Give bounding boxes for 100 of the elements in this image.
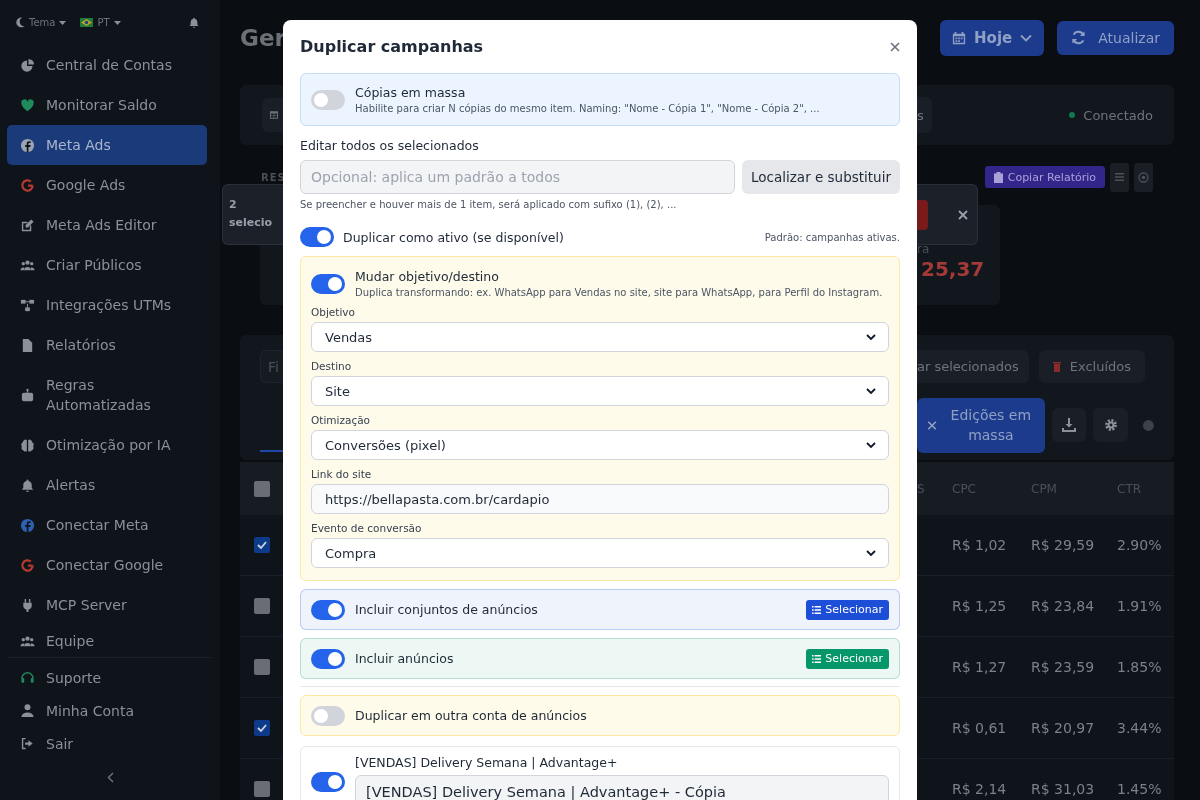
- select-button[interactable]: Selecionar: [806, 648, 889, 669]
- select-all-checkbox[interactable]: [253, 480, 270, 497]
- table-cell-text: R$ 23,84: [1031, 598, 1096, 614]
- facebook-icon: [20, 137, 35, 153]
- view-button[interactable]: s: [917, 97, 932, 133]
- notification-bell-icon[interactable]: [188, 16, 200, 29]
- select-button[interactable]: Selecionar: [806, 599, 889, 620]
- sidebar-item[interactable]: Conectar Meta: [7, 505, 207, 545]
- toggle-switch[interactable]: [311, 599, 345, 620]
- sidebar-item[interactable]: Suporte: [7, 661, 207, 694]
- sidebar-item[interactable]: Integrações UTMs: [7, 285, 207, 325]
- sidebar-item[interactable]: Criar Públicos: [7, 245, 207, 285]
- sidebar-item[interactable]: Relatórios: [7, 325, 207, 365]
- field-label: Editar todos os selecionados: [300, 138, 480, 153]
- copy-name-field[interactable]: [VENDAS] Delivery Semana | Advantage+ - Cópia: [355, 775, 889, 800]
- sidebar-item[interactable]: Alertas: [7, 465, 207, 505]
- toggle-switch[interactable]: [300, 227, 334, 247]
- calendar-icon: [952, 30, 967, 45]
- option-label: Mudar objetivo/destino: [355, 269, 500, 284]
- sidebar-item[interactable]: Monitorar Saldo: [7, 85, 207, 125]
- heart-icon: [20, 97, 35, 113]
- clipboard-icon: [993, 171, 1003, 183]
- flag-icon: [80, 18, 94, 27]
- close-icon[interactable]: [890, 41, 900, 52]
- option-note: Padrão: campanhas ativas.: [764, 231, 900, 243]
- checkmark-icon: [256, 724, 267, 732]
- option-label: Incluir conjuntos de anúncios: [355, 602, 538, 617]
- sidebar-item[interactable]: Minha Conta: [7, 694, 207, 727]
- table-cell-text: 2.90%: [1117, 537, 1163, 553]
- collapse-chevron-icon[interactable]: [106, 771, 114, 783]
- option-label: Duplicar como ativo (se disponível): [343, 229, 564, 245]
- sidebar-item[interactable]: Conectar Google: [7, 545, 207, 585]
- sidebar-item[interactable]: Otimização por IA: [7, 425, 207, 465]
- row-checkbox[interactable]: [253, 720, 270, 736]
- toggle-switch[interactable]: [311, 772, 345, 792]
- url-field[interactable]: https://bellapasta.com.br/cardapio: [311, 484, 889, 514]
- toggle-switch[interactable]: [311, 273, 345, 294]
- copy-report-button[interactable]: Copiar Relatório: [984, 166, 1105, 188]
- table-icon: [270, 109, 278, 121]
- metric-value: 25,37: [921, 256, 985, 282]
- sidebar-item[interactable]: Equipe: [7, 625, 207, 657]
- dropdown-select[interactable]: Conversões (pixel): [311, 430, 889, 460]
- field-hint: Se preencher e houver mais de 1 item, será aplicado com sufixo (1), (2), ...: [300, 199, 678, 210]
- row-checkbox[interactable]: [253, 537, 270, 553]
- caret-icon: [59, 20, 67, 25]
- g-icon: [20, 557, 35, 573]
- selected-action-button[interactable]: ar selecionados: [917, 350, 1029, 383]
- toggle-switch[interactable]: [311, 705, 345, 726]
- dropdown-select[interactable]: Compra: [311, 538, 889, 568]
- table-cell-text: 1.45%: [1117, 781, 1163, 797]
- row-checkbox[interactable]: [253, 659, 270, 675]
- settings-button[interactable]: [1093, 408, 1129, 442]
- close-icon[interactable]: [958, 209, 968, 220]
- brain-icon: [20, 437, 35, 453]
- page-title: Ger: [240, 24, 286, 51]
- sidebar-item[interactable]: Sair: [7, 727, 207, 760]
- dropdown-select[interactable]: Vendas: [311, 322, 889, 352]
- date-range-button[interactable]: Hoje: [940, 19, 1045, 56]
- row-checkbox[interactable]: [253, 781, 270, 797]
- sidebar-item[interactable]: MCP Server: [7, 585, 207, 625]
- chevron-down-icon: [866, 333, 876, 341]
- sidebar-item[interactable]: Meta Ads: [7, 125, 207, 165]
- table-view-button[interactable]: [262, 98, 284, 132]
- option-label: Incluir anúncios: [355, 651, 454, 666]
- sidebar-item[interactable]: Central de Contas: [7, 45, 207, 85]
- option-hint: Duplica transformando: ex. WhatsApp para Vendas no site, site para WhatsApp, para Perfil do Instagram.: [355, 287, 883, 298]
- plug-icon: [20, 597, 35, 613]
- sidebar-item[interactable]: Regras Automatizadas: [7, 365, 207, 425]
- dialog-title: Duplicar campanhas: [300, 37, 484, 56]
- find-replace-button[interactable]: Localizar e substituir: [742, 160, 900, 194]
- trash-icon: [1052, 361, 1061, 372]
- row-checkbox[interactable]: [253, 598, 270, 614]
- theme-dropdown[interactable]: Tema: [16, 17, 67, 28]
- table-cell-text: 3.44%: [1117, 720, 1163, 736]
- download-button[interactable]: [1051, 408, 1087, 442]
- toggle-switch[interactable]: [311, 648, 345, 669]
- table-cell-text: R$ 20,97: [1031, 720, 1096, 736]
- chevron-down-icon: [866, 387, 876, 395]
- sidebar-item[interactable]: Google Ads: [7, 165, 207, 205]
- name-pattern-field[interactable]: Opcional: aplica um padrão a todos: [300, 160, 735, 194]
- table-cell-text: R$ 23,59: [1031, 659, 1096, 675]
- selection-count: 2 selecio: [229, 197, 274, 231]
- eye-icon: [1138, 171, 1149, 183]
- bell-icon: [20, 477, 35, 493]
- sidebar-item[interactable]: Meta Ads Editor: [7, 205, 207, 245]
- dropdown-select[interactable]: Site: [311, 376, 889, 406]
- connection-status: Conectado: [1069, 107, 1153, 123]
- chevron-down-icon: [866, 441, 876, 449]
- checkmark-icon: [256, 541, 267, 549]
- language-dropdown[interactable]: PT: [80, 17, 121, 28]
- field-label: Destino: [311, 359, 353, 373]
- gear-icon: [1103, 418, 1118, 432]
- document-icon: [20, 337, 35, 353]
- toggle-switch[interactable]: [311, 89, 345, 110]
- bulk-edit-button[interactable]: Edições em massa: [916, 397, 1045, 453]
- deleted-button[interactable]: Excluídos: [1038, 350, 1145, 383]
- refresh-button[interactable]: Atualizar: [1057, 20, 1174, 55]
- section-label: RES: [261, 171, 286, 183]
- option-label: Duplicar em outra conta de anúncios: [355, 708, 587, 723]
- download-icon: [1062, 418, 1077, 432]
